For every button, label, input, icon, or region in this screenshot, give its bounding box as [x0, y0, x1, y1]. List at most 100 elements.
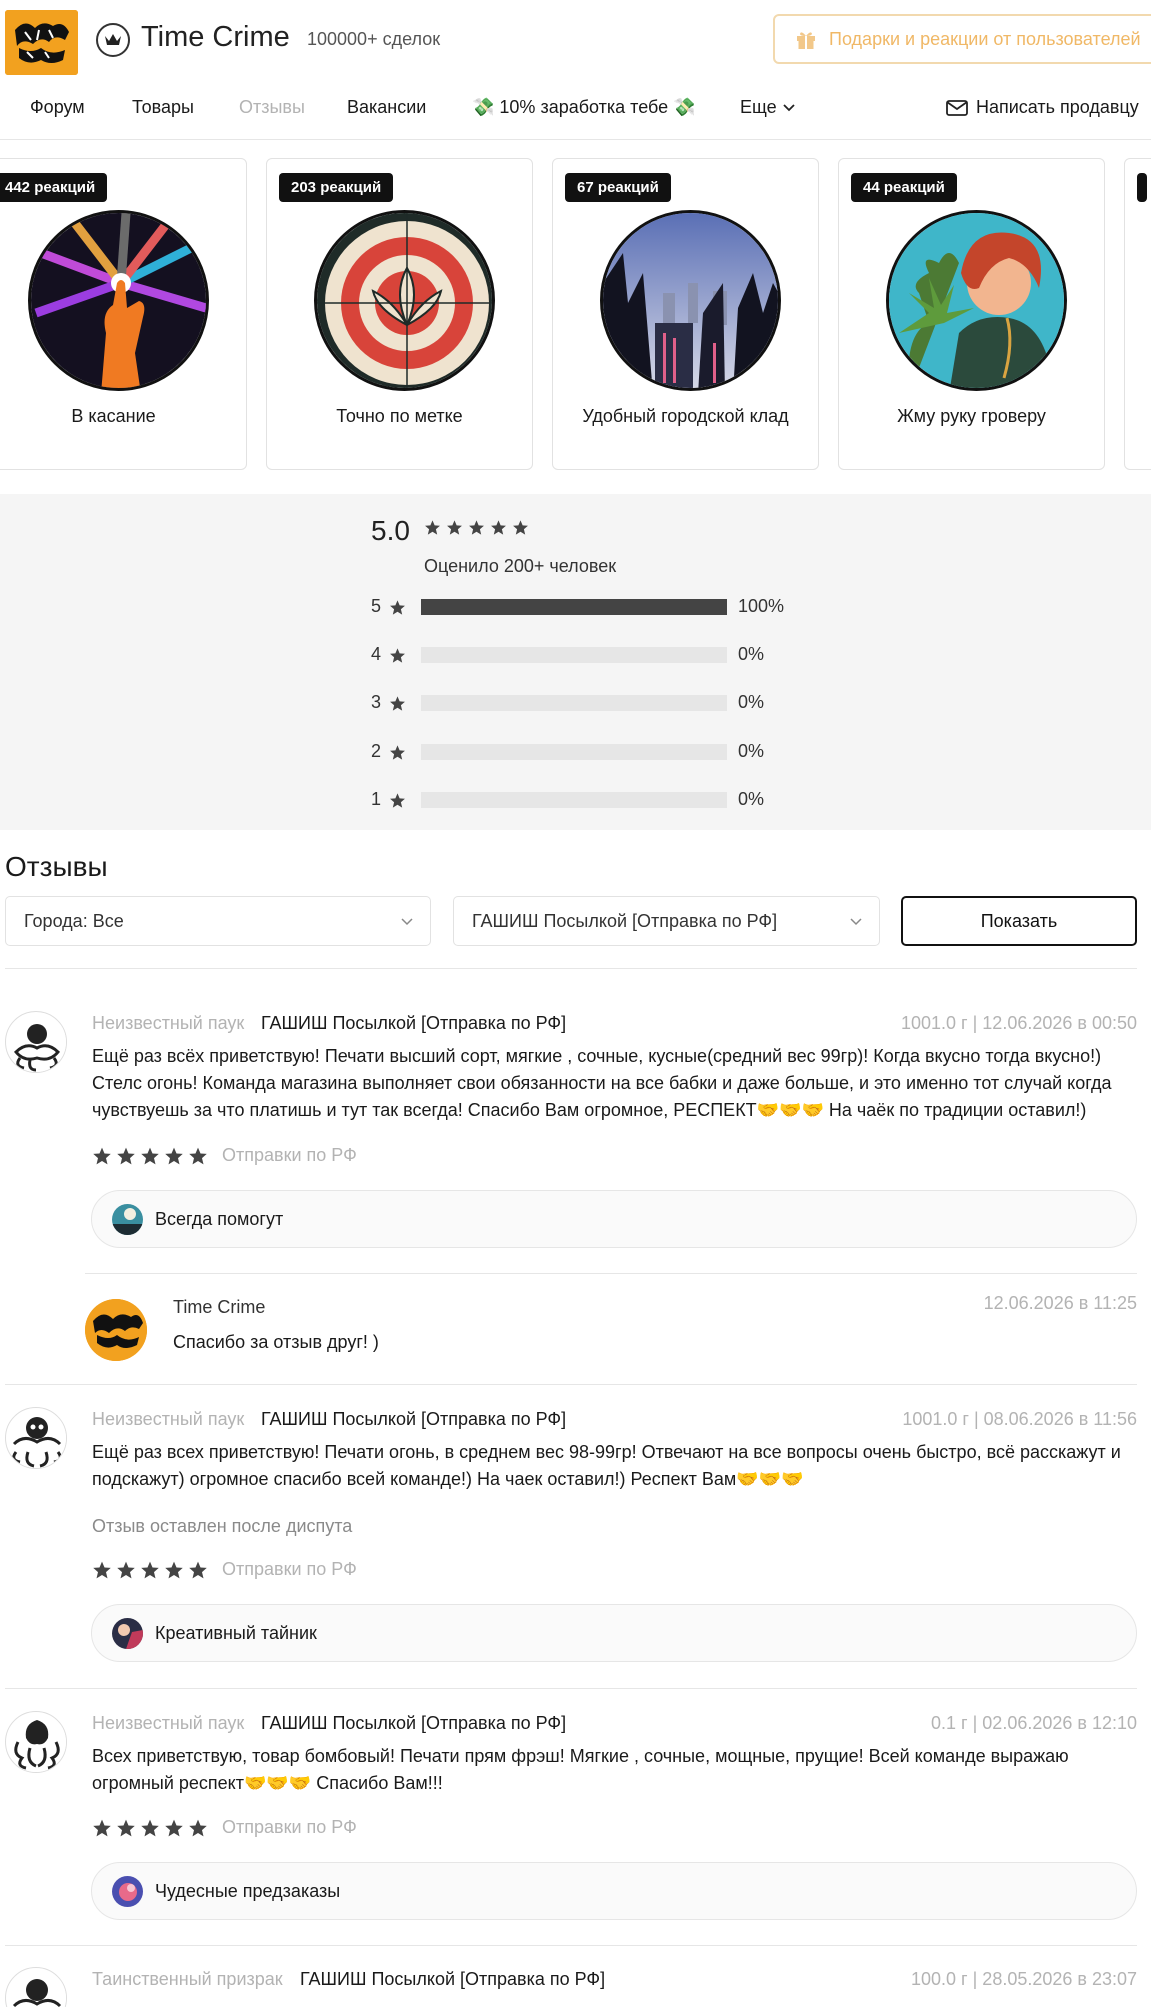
- star-icon: [389, 647, 406, 669]
- nav-products[interactable]: Товары: [132, 97, 194, 118]
- reaction-card[interactable]: 203 реакций Точно по метке: [266, 158, 533, 470]
- write-seller-button[interactable]: Написать продавцу: [946, 97, 1139, 118]
- rating-row-stars: 3: [371, 692, 382, 712]
- rating-bar: [421, 792, 727, 808]
- rating-row-stars: 1: [371, 789, 382, 809]
- review-text: Всех приветствую, товар бомбовый! Печати…: [92, 1746, 1069, 1793]
- deals-count: 100000+ сделок: [307, 29, 441, 49]
- review-date: 1001.0 г | 08.06.2026 в 11:56: [902, 1409, 1137, 1429]
- review-date: 0.1 г | 02.06.2026 в 12:10: [931, 1713, 1137, 1733]
- rating-bar: [421, 695, 727, 711]
- product-filter-select[interactable]: ГАШИШ Посылкой [Отправка по РФ]: [453, 896, 880, 946]
- review-shipping: Отправки по РФ: [222, 1145, 357, 1165]
- divider: [85, 1273, 1137, 1274]
- reaction-card[interactable]: [1124, 158, 1151, 470]
- rating-row-percent: 0%: [738, 789, 765, 809]
- nav-more-label: Еще: [740, 97, 777, 117]
- rating-row-stars: 2: [371, 741, 382, 761]
- reactions-badge: [1137, 173, 1147, 202]
- write-seller-label: Написать продавцу: [976, 97, 1139, 117]
- divider: [5, 1384, 1137, 1385]
- review-product[interactable]: ГАШИШ Посылкой [Отправка по РФ]: [261, 1013, 566, 1034]
- review-text: Ещё раз всех приветствую! Печати огонь, …: [92, 1442, 1121, 1489]
- tag-image: [112, 1617, 143, 1649]
- reactions-badge: 44 реакций: [851, 173, 957, 202]
- card-title: Удобный городской клад: [582, 406, 789, 426]
- tag-label: Всегда помогут: [155, 1208, 284, 1229]
- nav-forum[interactable]: Форум: [30, 97, 85, 118]
- card-title: В касание: [71, 406, 156, 426]
- review-text: Ещё раз всёх приветствую! Печати высший …: [92, 1046, 1112, 1120]
- shop-logo[interactable]: [5, 10, 78, 75]
- review-date: 1001.0 г | 12.06.2026 в 00:50: [901, 1013, 1137, 1033]
- rating-row-percent: 0%: [738, 644, 765, 664]
- show-button[interactable]: Показать: [901, 896, 1137, 946]
- reviewer-name: Неизвестный паук: [92, 1013, 245, 1033]
- reaction-card[interactable]: 44 реакций Жму руку гроверу: [838, 158, 1105, 470]
- rating-bar: [421, 744, 727, 760]
- reviewer-name: Неизвестный паук: [92, 1713, 245, 1733]
- card-image: [886, 210, 1067, 391]
- review-tag[interactable]: Креативный тайник: [91, 1604, 1137, 1662]
- shop-name: Time Crime: [141, 21, 290, 53]
- card-image: [314, 210, 495, 391]
- city-filter-select[interactable]: Города: Все: [5, 896, 431, 946]
- reactions-badge: 442 реакций: [0, 173, 108, 202]
- chevron-down-icon: [782, 103, 795, 111]
- gift-icon: [797, 32, 815, 49]
- crown-icon: [96, 23, 130, 57]
- star-icon: [389, 599, 406, 621]
- rating-row-stars: 5: [371, 596, 382, 616]
- chevron-down-icon: [850, 918, 862, 926]
- review-shipping: Отправки по РФ: [222, 1817, 357, 1837]
- review-stars: Отправки по РФ: [92, 1145, 357, 1166]
- product-filter-value: ГАШИШ Посылкой [Отправка по РФ]: [472, 910, 778, 931]
- card-title: Точно по метке: [336, 406, 463, 426]
- chevron-down-icon: [401, 918, 413, 926]
- star-icon: [389, 792, 406, 814]
- reaction-card[interactable]: 442 реакций В касание: [0, 158, 247, 470]
- reviewer-avatar: [5, 1711, 67, 1773]
- reply-date: 12.06.2026 в 11:25: [983, 1293, 1137, 1313]
- reviewer-avatar: [5, 1407, 67, 1469]
- card-title: Жму руку гроверу: [897, 406, 1046, 426]
- nav-more[interactable]: Еще: [740, 97, 795, 118]
- reviewer-avatar: [5, 1011, 67, 1073]
- reactions-badge: 67 реакций: [565, 173, 671, 202]
- review-product[interactable]: ГАШИШ Посылкой [Отправка по РФ]: [300, 1969, 605, 1990]
- city-filter-value: Города: Все: [24, 910, 124, 931]
- review-shipping: Отправки по РФ: [222, 1559, 357, 1579]
- divider: [5, 1945, 1137, 1946]
- reply-text: Спасибо за отзыв друг! ): [173, 1332, 379, 1352]
- mail-icon: [946, 99, 968, 116]
- review-tag[interactable]: Чудесные предзаказы: [91, 1862, 1137, 1920]
- gifts-button[interactable]: Подарки и реакции от пользователей: [773, 14, 1151, 64]
- divider: [5, 1688, 1137, 1689]
- tag-image: [112, 1203, 143, 1235]
- reviewer-name: Неизвестный паук: [92, 1409, 245, 1429]
- nav-referral[interactable]: 💸 10% заработка тебе 💸: [472, 97, 696, 118]
- rating-row-stars: 4: [371, 644, 382, 664]
- reactions-badge: 203 реакций: [279, 173, 394, 202]
- card-image: [600, 210, 781, 391]
- card-image: [28, 210, 209, 391]
- rating-stars: [424, 519, 529, 536]
- review-stars: Отправки по РФ: [92, 1817, 357, 1838]
- tag-label: Чудесные предзаказы: [155, 1880, 341, 1901]
- reviewer-avatar: [5, 1967, 67, 2007]
- rating-row-percent: 100%: [738, 596, 785, 616]
- review-tag[interactable]: Всегда помогут: [91, 1190, 1137, 1248]
- rating-bar-fill: [421, 599, 727, 615]
- review-stars: Отправки по РФ: [92, 1559, 357, 1580]
- rating-row-percent: 0%: [738, 692, 765, 712]
- review-product[interactable]: ГАШИШ Посылкой [Отправка по РФ]: [261, 1713, 566, 1734]
- header-divider: [0, 139, 1151, 140]
- nav-vacancies[interactable]: Вакансии: [347, 97, 426, 118]
- review-product[interactable]: ГАШИШ Посылкой [Отправка по РФ]: [261, 1409, 566, 1430]
- reaction-card[interactable]: 67 реакций Удобный городской клад: [552, 158, 819, 470]
- rating-score: 5.0: [371, 515, 410, 546]
- seller-avatar: [85, 1299, 147, 1361]
- star-icon: [389, 695, 406, 717]
- nav-reviews[interactable]: Отзывы: [239, 97, 305, 118]
- reply-author: Time Crime: [173, 1297, 266, 1317]
